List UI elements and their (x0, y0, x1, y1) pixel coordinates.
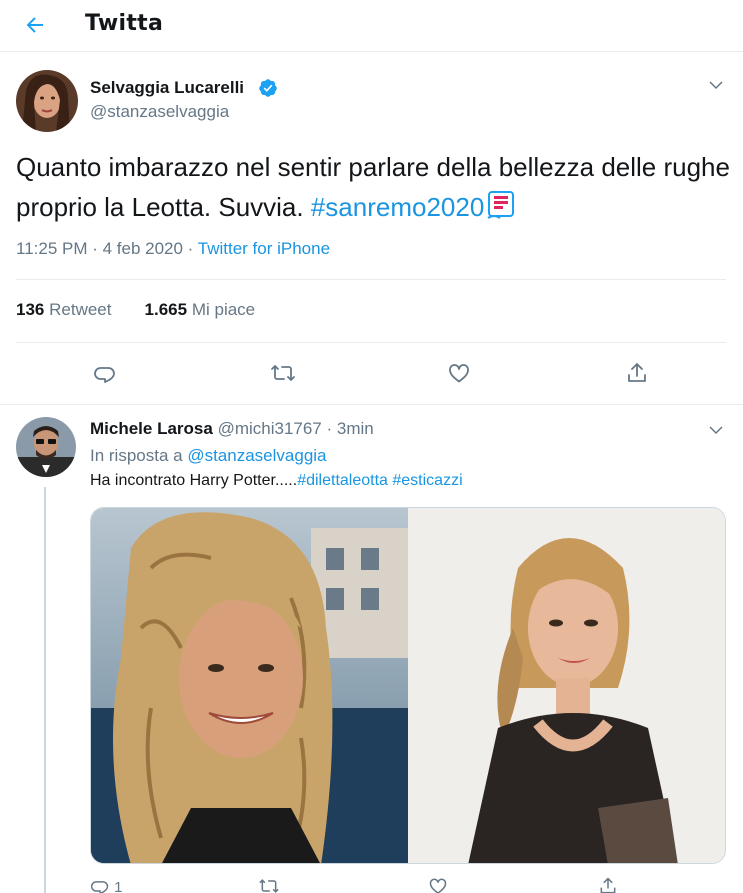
reply-like-button[interactable] (428, 876, 448, 893)
retweets-count: 136 (16, 300, 45, 319)
reply-icon[interactable] (90, 876, 110, 893)
photo-image (91, 508, 408, 863)
reply-menu-button[interactable] (703, 417, 729, 443)
reply-actions: 1 (90, 876, 123, 893)
media-photo-right[interactable] (408, 508, 725, 863)
avatar-image (16, 417, 76, 477)
reply-text: Ha incontrato Harry Potter.....#dilettal… (90, 472, 463, 490)
share-icon (600, 877, 616, 893)
reply-avatar[interactable] (16, 417, 76, 477)
reply-retweet-button[interactable] (258, 876, 280, 893)
retweets-label: Retweet (49, 300, 112, 319)
chevron-down-icon (709, 81, 723, 90)
reply-author-handle[interactable]: @michi31767 (218, 419, 322, 438)
share-icon (628, 363, 646, 382)
verified-badge-icon (259, 79, 277, 97)
likes-stat[interactable]: 1.665 Mi piace (145, 300, 256, 319)
reply-hashtags[interactable]: #dilettaleotta #esticazzi (297, 472, 462, 489)
reply-text-main: Ha incontrato Harry Potter..... (90, 472, 298, 489)
retweets-stat[interactable]: 136 Retweet (16, 300, 111, 319)
hashtag-link[interactable]: #sanremo2020 (311, 192, 484, 222)
reply-to-handle-link[interactable]: @stanzaselvaggia (187, 446, 326, 465)
author-handle[interactable]: @stanzaselvaggia (90, 102, 229, 122)
likes-count: 1.665 (144, 300, 188, 319)
tweet-meta: 11:25 PM · 4 feb 2020 · Twitter for iPho… (16, 239, 330, 259)
page-title: Twitta (85, 11, 164, 36)
arrow-left-icon (26, 17, 43, 33)
reply-context: In risposta a @stanzaselvaggia (90, 446, 327, 466)
retweet-icon (259, 879, 279, 893)
author-avatar[interactable] (16, 70, 78, 132)
reply-author-name[interactable]: Michele Larosa (90, 419, 213, 438)
media-photo-left[interactable] (91, 508, 408, 863)
divider (16, 342, 726, 343)
retweet-icon (271, 365, 295, 381)
divider (16, 279, 726, 280)
heart-icon (429, 878, 447, 893)
reply-button[interactable] (88, 356, 122, 390)
sanremo-music-emoji-icon (487, 191, 515, 219)
section-divider (0, 404, 743, 405)
chevron-down-icon (709, 426, 723, 435)
reply-icon (94, 367, 115, 383)
likes-label: Mi piace (191, 300, 256, 319)
like-button[interactable] (442, 356, 476, 390)
author-name[interactable]: Selvaggia Lucarelli (90, 78, 244, 98)
tweet-timestamp[interactable]: 11:25 PM · 4 feb 2020 · (16, 239, 198, 258)
heart-icon (449, 364, 469, 383)
top-bar: Twitta (0, 0, 743, 52)
reply-to-prefix: In risposta a (90, 446, 188, 465)
reply-header: Michele Larosa @michi31767 · 3min (90, 419, 374, 439)
share-button[interactable] (620, 356, 654, 390)
photo-image (408, 508, 725, 863)
tweet-source-link[interactable]: Twitter for iPhone (198, 239, 330, 258)
tweet-text: Quanto imbarazzo nel sentir parlare dell… (16, 147, 731, 227)
tweet-menu-button[interactable] (703, 72, 729, 98)
avatar-image (16, 70, 78, 132)
reply-share-button[interactable] (598, 876, 618, 893)
reply-time[interactable]: · 3min (327, 419, 374, 438)
reply-media[interactable] (90, 507, 726, 864)
tweet-stats: 136 Retweet 1.665 Mi piace (16, 300, 255, 320)
retweet-button[interactable] (266, 356, 300, 390)
thread-line (44, 487, 46, 893)
reply-count: 1 (114, 879, 123, 893)
back-button[interactable] (18, 8, 52, 42)
